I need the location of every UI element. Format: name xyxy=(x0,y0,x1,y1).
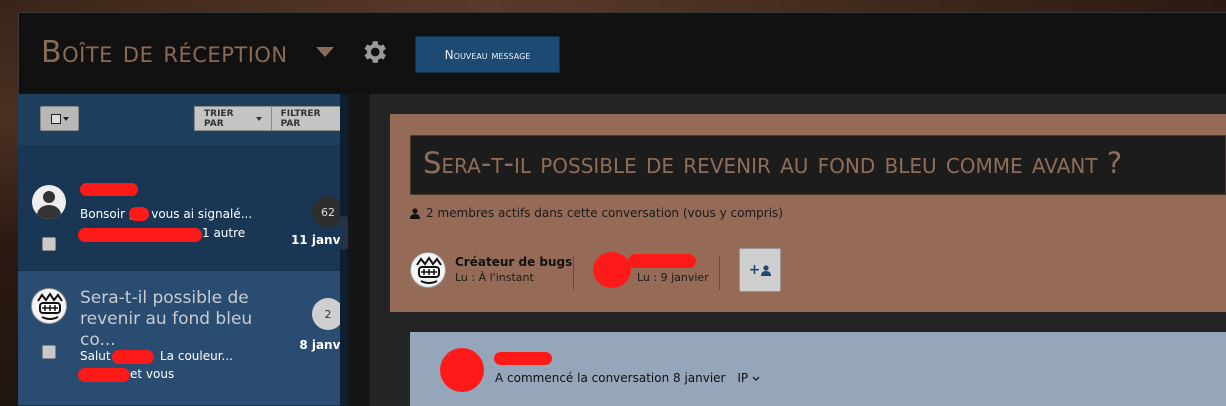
redacted-username xyxy=(80,183,138,196)
conversation-preview-start: Salut xyxy=(80,349,111,363)
plus-icon: + xyxy=(748,262,761,278)
redacted-text xyxy=(129,207,149,221)
conversation-header: Sera-t-il possible de revenir au fond bl… xyxy=(390,114,1226,312)
avatar xyxy=(31,288,67,324)
redacted-avatar xyxy=(440,348,484,392)
bug-creator-icon xyxy=(37,292,63,320)
chevron-down-icon xyxy=(62,116,69,121)
conversation-date: 11 janv. xyxy=(290,233,344,247)
bug-creator-icon xyxy=(416,256,442,284)
sidebar-scrollbar-thumb[interactable] xyxy=(340,216,348,250)
conversation-participants: 1 autre xyxy=(202,226,246,240)
chevron-down-icon xyxy=(752,376,760,381)
sidebar-toolbar: TRIER PAR FILTRER PAR xyxy=(18,94,358,144)
redacted-participants xyxy=(78,368,130,382)
new-message-button[interactable]: Nouveau message xyxy=(415,36,560,73)
participant-name[interactable]: Créateur de bugs xyxy=(455,255,572,269)
conversation-title: Sera-t-il possible de revenir au fond bl… xyxy=(80,288,253,350)
ip-link[interactable]: IP xyxy=(737,371,760,385)
conversation-item[interactable]: Sera-t-il possible de revenir au fond bl… xyxy=(18,271,358,406)
redacted-username xyxy=(628,254,696,268)
gear-icon[interactable] xyxy=(359,37,389,67)
conversation-sidebar: TRIER PAR FILTRER PAR Bonsoir , Je vous … xyxy=(18,94,358,406)
conversation-checkbox[interactable] xyxy=(42,345,56,359)
participant-read-status: Lu : À l'instant xyxy=(455,271,534,284)
checkbox-icon xyxy=(50,113,61,124)
background-left xyxy=(0,0,18,406)
redacted-participants xyxy=(78,228,202,242)
redacted-username xyxy=(494,352,552,365)
divider xyxy=(719,256,720,290)
members-info: 2 membres actifs dans cette conversation… xyxy=(410,206,783,220)
participant-avatar[interactable] xyxy=(410,252,446,288)
avatar xyxy=(32,185,66,219)
conversation-heading: Sera-t-il possible de revenir au fond bl… xyxy=(410,135,1226,195)
divider xyxy=(573,256,574,290)
sort-button[interactable]: TRIER PAR xyxy=(194,106,272,131)
conversation-participants: et vous xyxy=(130,367,175,381)
conversation-panel: Sera-t-il possible de revenir au fond bl… xyxy=(370,94,1226,406)
page-title: Boîte de réception xyxy=(41,35,288,70)
inbox-header: Boîte de réception Nouveau message xyxy=(18,12,1226,94)
message-card: A commencé la conversation 8 janvier IP xyxy=(410,332,1226,406)
members-text: 2 membres actifs dans cette conversation… xyxy=(426,206,783,220)
redacted-username xyxy=(112,350,154,364)
chevron-down-icon xyxy=(255,116,262,121)
user-icon xyxy=(761,264,772,276)
conversation-preview: Bonsoir , Je vous ai signalé... xyxy=(80,207,253,221)
conversation-checkbox[interactable] xyxy=(42,237,56,251)
sidebar-scrollbar-track[interactable] xyxy=(340,94,348,406)
ip-label: IP xyxy=(737,371,749,385)
participant-read-status: Lu : 9 janvier xyxy=(637,271,709,284)
redacted-avatar xyxy=(593,252,631,288)
select-all-dropdown[interactable] xyxy=(40,106,79,131)
sort-filter-group: TRIER PAR FILTRER PAR xyxy=(194,106,358,131)
conversation-preview-end: La couleur... xyxy=(160,349,233,363)
title-dropdown-icon[interactable] xyxy=(316,47,334,57)
add-participant-button[interactable]: + xyxy=(739,248,781,292)
message-started-info: A commencé la conversation 8 janvier IP xyxy=(495,371,760,385)
panel-gutter xyxy=(348,94,370,406)
conversation-item[interactable]: Bonsoir , Je vous ai signalé... 1 autre … xyxy=(18,145,358,271)
conversation-date: 8 janv. xyxy=(299,338,344,352)
message-started-text: A commencé la conversation 8 janvier xyxy=(495,371,726,385)
filter-button-label: FILTRER PAR xyxy=(280,108,321,129)
background-top xyxy=(0,0,1226,12)
user-icon xyxy=(410,207,420,219)
sort-button-label: TRIER PAR xyxy=(204,108,234,129)
